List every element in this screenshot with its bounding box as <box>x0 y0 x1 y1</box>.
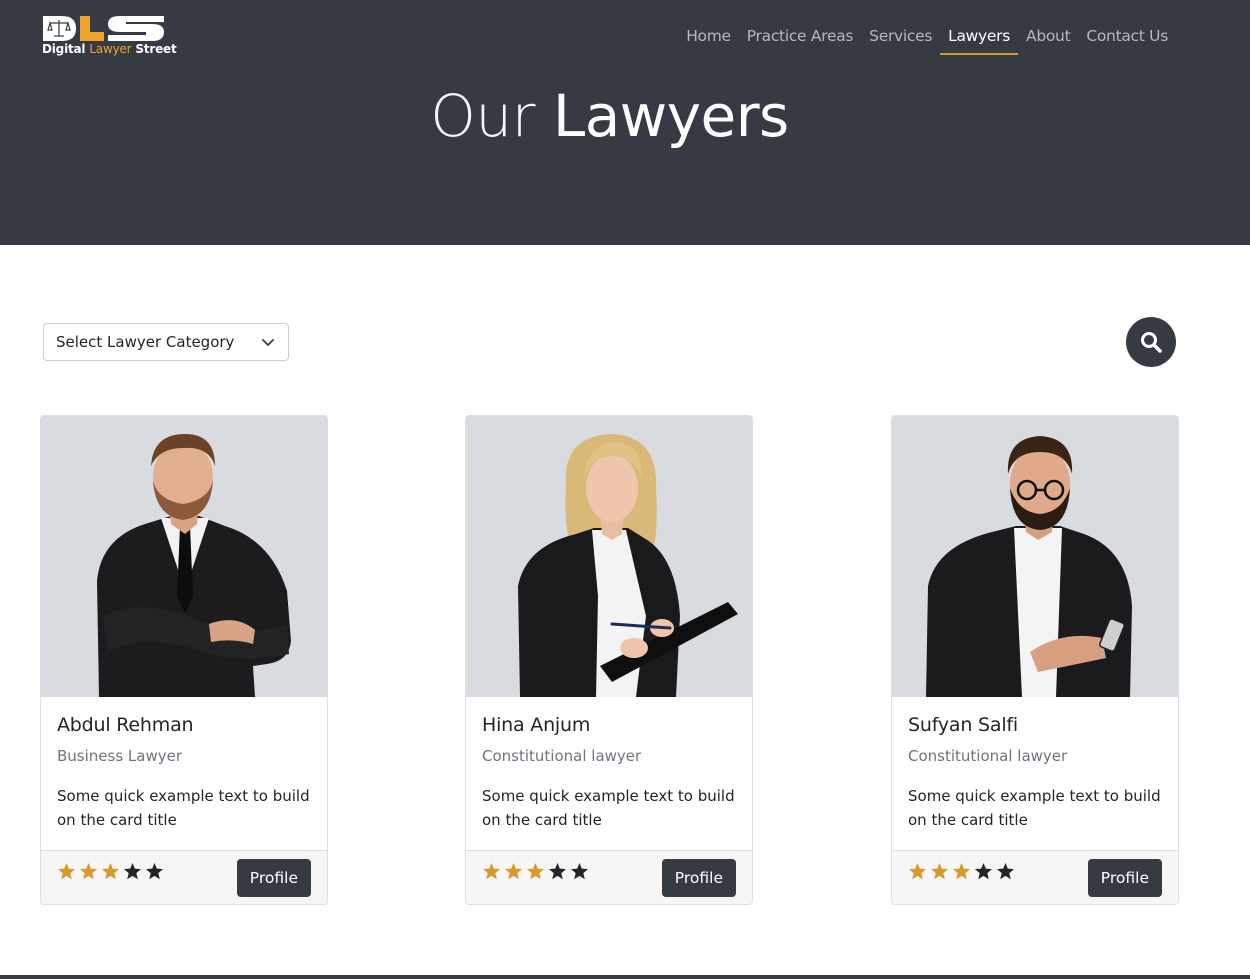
card-footer: Profile <box>41 850 327 904</box>
lawyer-name: Hina Anjum <box>482 714 591 736</box>
star-filled-icon <box>527 863 544 880</box>
lawyer-category: Constitutional lawyer <box>908 747 1068 765</box>
lawyer-description: Some quick example text to build on the … <box>57 787 310 829</box>
rating-stars <box>57 862 164 881</box>
star-filled-icon <box>505 863 522 880</box>
page-title-light: Our <box>430 82 535 150</box>
lawyer-name: Sufyan Salfi <box>908 714 1018 736</box>
star-empty-icon <box>146 863 163 880</box>
footer-top-rule <box>0 975 1250 979</box>
lawyer-portrait-woman-icon <box>518 434 738 697</box>
brand-name-part1: Digital <box>42 42 90 56</box>
card-body: Abdul Rehman Business Lawyer Some quick … <box>57 714 311 832</box>
lawyer-photo <box>892 416 1178 697</box>
chevron-down-icon <box>262 339 274 346</box>
lawyer-photo <box>466 416 752 697</box>
star-filled-icon <box>58 863 75 880</box>
lawyer-category-select[interactable]: Select Lawyer Category <box>43 323 289 361</box>
lawyer-category: Business Lawyer <box>57 747 183 765</box>
star-empty-icon <box>975 863 992 880</box>
rating-stars <box>482 862 589 881</box>
star-empty-icon <box>124 863 141 880</box>
profile-button[interactable]: Profile <box>1087 859 1162 897</box>
lawyer-card: Sufyan Salfi Constitutional lawyer Some … <box>891 415 1179 905</box>
star-filled-icon <box>102 863 119 880</box>
lawyer-portrait-man-glasses-icon <box>926 436 1132 697</box>
lawyer-photo <box>41 416 327 697</box>
page-title: Our Lawyers <box>0 82 1219 150</box>
main-nav: Home Practice Areas Services Lawyers Abo… <box>678 25 1176 55</box>
profile-button[interactable]: Profile <box>236 859 311 897</box>
card-body: Hina Anjum Constitutional lawyer Some qu… <box>482 714 736 832</box>
star-empty-icon <box>997 863 1014 880</box>
star-filled-icon <box>953 863 970 880</box>
lawyer-category: Constitutional lawyer <box>482 747 642 765</box>
nav-services[interactable]: Services <box>861 25 940 55</box>
card-body: Sufyan Salfi Constitutional lawyer Some … <box>908 714 1162 832</box>
hero-header: Digital Lawyer Street Home Practice Area… <box>0 0 1250 245</box>
nav-contact-us[interactable]: Contact Us <box>1078 25 1176 55</box>
star-filled-icon <box>80 863 97 880</box>
lawyer-description: Some quick example text to build on the … <box>908 787 1161 829</box>
nav-practice-areas[interactable]: Practice Areas <box>739 25 861 55</box>
star-empty-icon <box>571 863 588 880</box>
brand-logo[interactable]: Digital Lawyer Street <box>42 15 177 59</box>
lawyer-portrait-man-icon <box>97 434 291 697</box>
nav-about[interactable]: About <box>1018 25 1078 55</box>
rating-stars <box>908 862 1015 881</box>
profile-button[interactable]: Profile <box>661 859 736 897</box>
lawyer-card: Abdul Rehman Business Lawyer Some quick … <box>40 415 328 905</box>
nav-home[interactable]: Home <box>678 25 739 55</box>
scales-of-justice-logo-icon <box>43 16 164 41</box>
brand-name-part3: Street <box>131 42 177 56</box>
lawyer-card: Hina Anjum Constitutional lawyer Some qu… <box>465 415 753 905</box>
star-filled-icon <box>931 863 948 880</box>
card-footer: Profile <box>892 850 1178 904</box>
card-footer: Profile <box>466 850 752 904</box>
star-filled-icon <box>909 863 926 880</box>
star-filled-icon <box>483 863 500 880</box>
lawyer-category-select-value: Select Lawyer Category <box>56 333 235 351</box>
star-empty-icon <box>549 863 566 880</box>
page-title-bold: Lawyers <box>552 82 789 150</box>
lawyer-name: Abdul Rehman <box>57 714 194 736</box>
brand-name-part2: Lawyer <box>89 42 132 56</box>
search-button[interactable] <box>1126 317 1176 367</box>
lawyer-description: Some quick example text to build on the … <box>482 787 735 829</box>
brand-name: Digital Lawyer Street <box>42 42 177 56</box>
search-icon <box>1141 332 1162 353</box>
nav-lawyers[interactable]: Lawyers <box>940 25 1018 55</box>
